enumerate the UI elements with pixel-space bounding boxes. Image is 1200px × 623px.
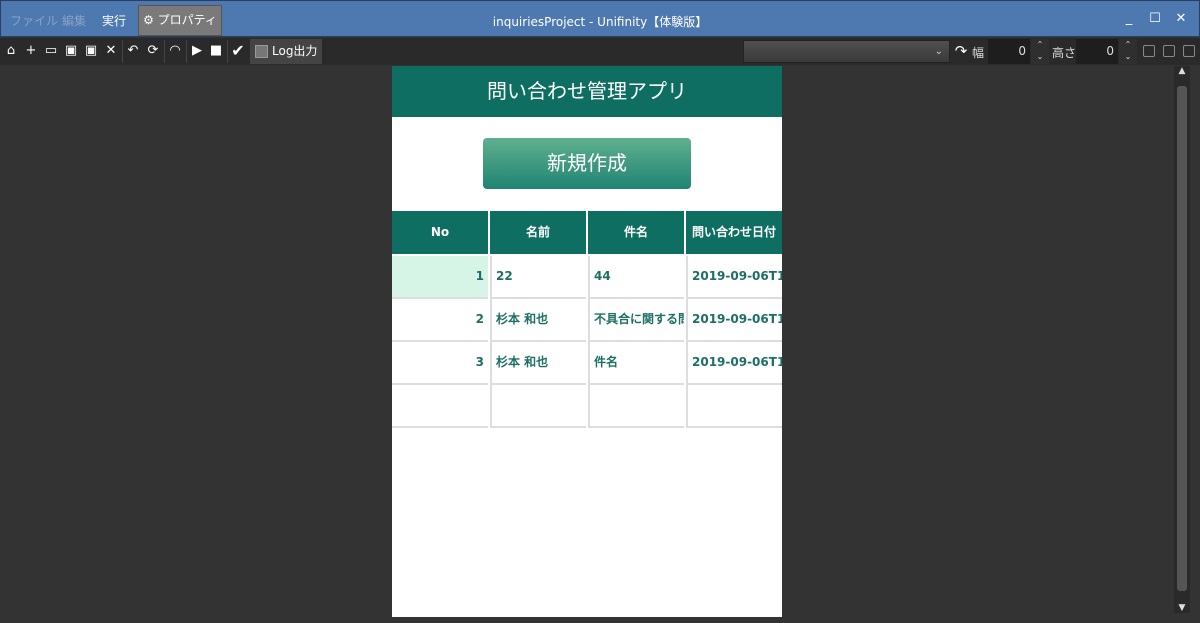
new-button[interactable]: 新規作成 [483, 138, 691, 189]
table-row[interactable]: 1 22 44 2019-09-06T15: [392, 256, 782, 299]
cell-name: 22 [490, 256, 586, 299]
cell-no: 3 [392, 342, 488, 385]
undo-icon[interactable]: ↶ [124, 43, 142, 59]
scroll-down-icon[interactable]: ▼ [1174, 603, 1190, 613]
height-input[interactable]: 0 [1076, 39, 1118, 64]
layout-icon[interactable] [1163, 45, 1175, 57]
window-title: inquiriesProject - Unifinity【体験版】 [492, 15, 708, 29]
wifi-icon[interactable]: ◠ [166, 43, 184, 59]
checkbox-icon [255, 45, 268, 58]
close-button[interactable]: ✕ [1171, 11, 1191, 26]
home-icon[interactable]: ⌂ [2, 43, 20, 59]
add-icon[interactable]: + [22, 43, 40, 59]
cell-subject: 44 [588, 256, 684, 299]
cell-no [392, 385, 488, 428]
cell-subject: 件名 [588, 342, 684, 385]
cell-date: 2019-09-06T15: [686, 256, 782, 299]
cell-date [686, 385, 782, 428]
table-row[interactable]: 2 杉本 和也 不具合に関する問 2019-09-06T15: [392, 299, 782, 342]
cell-name [490, 385, 586, 428]
table-header: No 名前 件名 問い合わせ日付 [392, 211, 782, 254]
table-row[interactable] [392, 385, 782, 428]
width-input[interactable]: 0 [988, 39, 1030, 64]
cell-date: 2019-09-06T15: [686, 299, 782, 342]
cell-no: 1 [392, 256, 488, 299]
header-no: No [392, 211, 488, 254]
table-row[interactable]: 3 杉本 和也 件名 2019-09-06T15: [392, 342, 782, 385]
device-select[interactable]: ⌄ [743, 40, 950, 63]
check-icon[interactable]: ✔ [229, 43, 247, 59]
inquiries-table: No 名前 件名 問い合わせ日付 1 22 44 2019-09-06T15: … [392, 211, 782, 428]
delete-icon[interactable]: ✕ [102, 43, 120, 59]
title-bar: ファイル 編集 実行 ⚙ プロパティー inquiriesProject - U… [0, 0, 1200, 56]
cell-subject [588, 385, 684, 428]
log-output-label: Log出力 [272, 44, 318, 58]
cell-subject: 不具合に関する問 [588, 299, 684, 342]
open-folder-icon[interactable]: ▭ [42, 43, 60, 59]
scrollbar-thumb[interactable] [1177, 86, 1187, 591]
stop-icon[interactable]: ■ [207, 43, 225, 59]
header-name: 名前 [490, 211, 586, 254]
cell-name: 杉本 和也 [490, 299, 586, 342]
app-preview: 問い合わせ管理アプリ 新規作成 No 名前 件名 問い合わせ日付 1 22 44… [392, 66, 782, 617]
height-stepper[interactable]: ⌃ ⌄ [1119, 39, 1137, 64]
minimize-button[interactable]: _ [1119, 11, 1139, 26]
vertical-scrollbar[interactable]: ▲ ▼ [1174, 66, 1190, 613]
refresh-icon[interactable]: ⟳ [144, 43, 162, 59]
cell-name: 杉本 和也 [490, 342, 586, 385]
width-stepper[interactable]: ⌃ ⌄ [1031, 39, 1049, 64]
save-as-icon[interactable]: ▣ [82, 43, 100, 59]
cell-no: 2 [392, 299, 488, 342]
save-icon[interactable]: ▣ [62, 43, 80, 59]
width-label: 幅 [972, 46, 985, 60]
layout-icon[interactable] [1143, 45, 1155, 57]
app-title: 問い合わせ管理アプリ [392, 66, 782, 117]
layout-icon[interactable] [1183, 45, 1195, 57]
header-subject: 件名 [588, 211, 684, 254]
header-date: 問い合わせ日付 [686, 211, 782, 254]
maximize-button[interactable]: ☐ [1145, 11, 1165, 26]
cell-date: 2019-09-06T15: [686, 342, 782, 385]
toolbar: ⌂ + ▭ ▣ ▣ ✕ ↶ ⟳ ◠ ▶ ■ ✔ Log出力 ⌄ ↷ 幅 0 ⌃ ⌄… [0, 38, 1200, 65]
scroll-up-icon[interactable]: ▲ [1174, 66, 1190, 76]
play-icon[interactable]: ▶ [188, 43, 206, 59]
height-label: 高さ [1052, 46, 1077, 60]
rotate-icon[interactable]: ↷ [952, 43, 970, 59]
log-output-toggle[interactable]: Log出力 [250, 39, 322, 64]
